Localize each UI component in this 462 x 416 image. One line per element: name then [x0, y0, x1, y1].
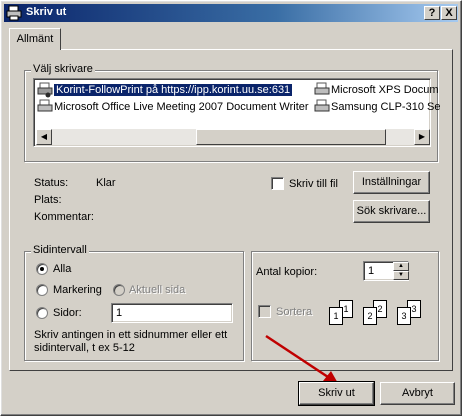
radio-pages-label: Sidor: [53, 307, 82, 319]
printer-item-live-meeting[interactable]: Microsoft Office Live Meeting 2007 Docum… [37, 99, 309, 115]
radio-current-page-label: Aktuell sida [129, 284, 186, 296]
radio-all-label: Alla [53, 263, 72, 275]
printer-icon [37, 99, 53, 112]
printer-icon [314, 99, 330, 112]
scrollbar-thumb[interactable] [196, 129, 386, 145]
print-to-file-checkbox[interactable] [271, 177, 284, 190]
radio-all[interactable] [36, 263, 48, 275]
title-bar[interactable]: Skriv ut ? X [4, 4, 458, 22]
scroll-left-button[interactable]: ◀ [36, 129, 52, 145]
collate-checkbox [258, 305, 271, 318]
scroll-right-button[interactable]: ▶ [414, 129, 430, 145]
printer-name: Samsung CLP-310 Se [331, 101, 441, 113]
print-button[interactable]: Skriv ut [298, 381, 375, 406]
printer-item-samsung[interactable]: Samsung CLP-310 Se [314, 99, 440, 115]
page-range-legend: Sidintervall [31, 244, 89, 256]
horizontal-scrollbar[interactable]: ◀ ▶ [36, 129, 430, 145]
printer-name: Korint-FollowPrint på https://ipp.korint… [52, 83, 294, 97]
printer-icon [6, 5, 22, 21]
printer-list[interactable]: Korint-FollowPrint på https://ipp.korint… [33, 78, 440, 147]
window-title: Skriv ut [26, 6, 67, 18]
collate-page: 3 [397, 307, 411, 325]
copies-label: Antal kopior: [256, 266, 318, 278]
radio-pages[interactable] [36, 307, 48, 319]
printer-item-korint[interactable]: Korint-FollowPrint på https://ipp.korint… [37, 82, 294, 98]
radio-current-page [113, 284, 125, 296]
tab-general[interactable]: Allmänt [9, 28, 61, 50]
copies-spin-up-button[interactable]: ▲ [393, 262, 409, 271]
status-value: Klar [96, 177, 116, 189]
pages-input[interactable]: 1 [111, 303, 233, 323]
comment-label: Kommentar: [34, 211, 94, 223]
cancel-button[interactable]: Avbryt [380, 382, 455, 405]
find-printer-button[interactable]: Sök skrivare... [353, 200, 430, 223]
print-dialog: Skriv ut ? X Allmänt Välj skrivare Korin… [0, 0, 462, 416]
copies-spin-down-button[interactable]: ▼ [393, 271, 409, 280]
help-button[interactable]: ? [424, 6, 440, 20]
page-range-hint: Skriv antingen in ett sidnummer eller et… [34, 329, 228, 354]
collate-page: 2 [363, 307, 377, 325]
printer-name: Microsoft Office Live Meeting 2007 Docum… [54, 101, 309, 113]
printer-group-legend: Välj skrivare [31, 63, 95, 75]
radio-selection[interactable] [36, 284, 48, 296]
print-to-file-label: Skriv till fil [289, 178, 338, 190]
location-label: Plats: [34, 194, 62, 206]
printer-icon [314, 82, 330, 95]
status-label: Status: [34, 177, 69, 189]
collate-page: 1 [329, 307, 343, 325]
printer-icon [37, 82, 53, 98]
settings-button[interactable]: Inställningar [353, 171, 430, 194]
close-button[interactable]: X [441, 6, 457, 20]
radio-selection-label: Markering [53, 284, 102, 296]
collate-label: Sortera [276, 306, 313, 318]
printer-name: Microsoft XPS Docum [331, 84, 439, 96]
printer-item-xps[interactable]: Microsoft XPS Docum [314, 82, 439, 98]
